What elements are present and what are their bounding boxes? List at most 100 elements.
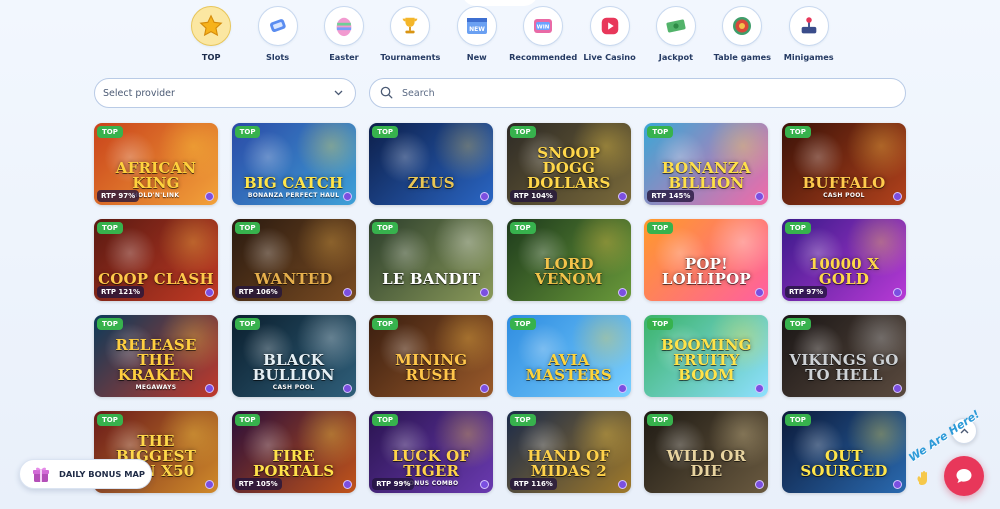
rtp-badge: RTP 99% <box>372 478 415 490</box>
game-card[interactable]: Fire Portals TOP RTP 105% <box>231 411 356 493</box>
category-new[interactable]: NEW New <box>444 6 510 66</box>
category-label: Table games <box>713 52 772 62</box>
category-tournaments[interactable]: Tournaments <box>377 6 443 66</box>
category-easter[interactable]: Easter <box>311 6 377 66</box>
svg-text:WIN: WIN <box>537 25 550 31</box>
game-card[interactable]: Coop Clash TOP RTP 121% <box>94 219 218 301</box>
game-card[interactable]: Hand of Midas 2 TOP RTP 116% <box>506 411 631 493</box>
game-title: Hand of Midas 2 <box>527 447 611 480</box>
game-title: Luck of Tiger <box>392 447 471 480</box>
game-card[interactable]: Release the Kraken MEGAWAYS TOP <box>94 315 218 397</box>
game-title: Release the Kraken <box>115 336 197 384</box>
gem-icon <box>617 192 627 201</box>
game-subtitle: CASH POOL <box>272 384 315 391</box>
daily-bonus-map-label: DAILY BONUS MAP <box>59 469 145 479</box>
chevron-down-icon <box>333 88 343 98</box>
category-label: New <box>466 52 487 62</box>
chat-button[interactable] <box>944 456 984 496</box>
top-badge: TOP <box>647 318 674 330</box>
rtp-badge: RTP 104% <box>509 190 557 202</box>
chat-greeting-text: We Are Here! <box>906 407 983 465</box>
top-badge: TOP <box>372 414 399 426</box>
game-card[interactable]: Booming Fruity Boom TOP <box>644 315 769 397</box>
game-title: 10000 X Gold <box>808 255 880 288</box>
game-card[interactable]: Luck of Tiger BONUS COMBO TOP RTP 99% <box>369 411 494 493</box>
search-bar[interactable] <box>369 78 906 108</box>
category-bar: TOP Slots Easter Tournaments NEW New WIN… <box>178 6 842 66</box>
top-badge: TOP <box>234 318 261 330</box>
game-card[interactable]: Big Catch BONANZA PERFECT HAUL TOP <box>231 123 356 205</box>
game-card[interactable]: Zeus TOP <box>369 123 494 205</box>
top-badge: TOP <box>372 126 399 138</box>
game-title: Vikings Go To Hell <box>789 351 899 384</box>
category-minigames[interactable]: Minigames <box>776 6 842 66</box>
game-subtitle: BONANZA PERFECT HAUL <box>247 192 340 199</box>
category-table-games[interactable]: Table games <box>709 6 775 66</box>
game-title: Le Bandit <box>382 270 481 288</box>
gem-icon <box>892 192 902 201</box>
gem-icon <box>892 480 902 489</box>
top-badge: TOP <box>97 222 123 234</box>
category-label: Minigames <box>783 52 834 62</box>
top-badge: TOP <box>509 318 536 330</box>
top-badge: TOP <box>784 222 811 234</box>
game-card[interactable]: Avia Masters TOP <box>506 315 631 397</box>
category-label: Recommended <box>509 52 578 62</box>
game-grid: African King HOLD'N'LINK TOP RTP 97% Big Cat… <box>94 123 906 493</box>
game-title: Out Sourced <box>800 447 888 480</box>
game-title: African King <box>115 159 197 192</box>
game-card[interactable]: Pop! Lollipop TOP <box>644 219 769 301</box>
gem-icon <box>617 384 627 393</box>
category-slots[interactable]: Slots <box>244 6 310 66</box>
game-card[interactable]: 10000 X Gold TOP RTP 97% <box>781 219 906 301</box>
top-badge: TOP <box>97 414 123 426</box>
rtp-badge: RTP 116% <box>509 478 557 490</box>
new-badge-icon: NEW <box>456 6 497 46</box>
top-badge: TOP <box>784 414 811 426</box>
category-top[interactable]: TOP <box>178 6 244 66</box>
game-card[interactable]: Bonanza Billion TOP RTP 145% <box>644 123 769 205</box>
game-title: Mining Rush <box>395 351 468 384</box>
game-title: Lord Venom <box>535 255 603 288</box>
top-badge: TOP <box>234 414 261 426</box>
rtp-badge: RTP 121% <box>97 286 145 298</box>
game-card[interactable]: Black Bullion CASH POOL TOP <box>231 315 356 397</box>
game-title: Fire Portals <box>252 447 335 480</box>
game-card[interactable]: Out Sourced TOP <box>781 411 906 493</box>
game-card[interactable]: Le Bandit TOP <box>369 219 494 301</box>
game-title: Bonanza Billion <box>661 159 751 192</box>
search-input[interactable] <box>402 87 895 99</box>
provider-select-value: Select provider <box>103 87 175 99</box>
daily-bonus-map-button[interactable]: DAILY BONUS MAP <box>19 459 152 489</box>
category-label: Live Casino <box>583 52 636 62</box>
game-card[interactable]: Mining Rush TOP <box>369 315 494 397</box>
category-jackpot[interactable]: Jackpot <box>643 6 709 66</box>
top-badge: TOP <box>509 126 536 138</box>
category-label: Jackpot <box>658 52 694 62</box>
game-card[interactable]: Wild or Die TOP <box>644 411 769 493</box>
casino-lobby: TOP Slots Easter Tournaments NEW New WIN… <box>0 0 1000 509</box>
game-card[interactable]: Buffalo CASH POOL TOP <box>781 123 906 205</box>
top-badge: TOP <box>234 126 261 138</box>
category-label: TOP <box>201 52 221 62</box>
top-badge: TOP <box>509 414 536 426</box>
svg-text:NEW: NEW <box>469 26 485 33</box>
game-card[interactable]: Vikings Go To Hell TOP <box>781 315 906 397</box>
game-card[interactable]: African King HOLD'N'LINK TOP RTP 97% <box>94 123 218 205</box>
top-badge: TOP <box>647 414 674 426</box>
category-recommended[interactable]: WIN Recommended <box>509 6 578 66</box>
game-title: Big Catch <box>243 174 344 192</box>
gem-icon <box>205 288 214 297</box>
top-badge: TOP <box>97 318 123 330</box>
play-icon <box>589 6 630 46</box>
game-title: Zeus <box>407 174 455 192</box>
money-icon <box>655 6 696 46</box>
game-card[interactable]: Wanted TOP RTP 106% <box>231 219 356 301</box>
provider-select[interactable]: Select provider <box>94 78 356 108</box>
category-label: Tournaments <box>380 52 441 62</box>
game-card[interactable]: Snoop Dogg Dollars TOP RTP 104% <box>506 123 631 205</box>
game-card[interactable]: Lord Venom TOP <box>506 219 631 301</box>
rtp-badge: RTP 97% <box>784 286 828 298</box>
waving-hand-icon <box>915 470 931 486</box>
category-live-casino[interactable]: Live Casino <box>576 6 642 66</box>
